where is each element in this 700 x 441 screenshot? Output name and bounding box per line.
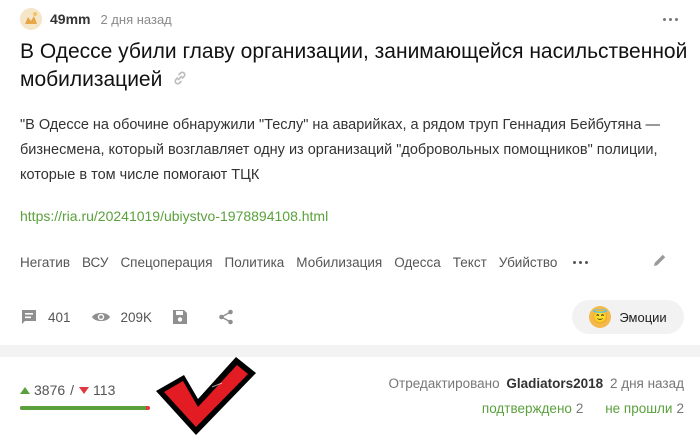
failed-link[interactable]: не прошли [605, 401, 672, 416]
share-icon [219, 309, 233, 325]
moderation-info: подтверждено 2 не прошли 2 [482, 401, 684, 416]
dot-icon [668, 17, 672, 21]
dot-icon [662, 17, 666, 21]
dot-icon [674, 17, 678, 21]
rating-separator: / [70, 382, 75, 398]
post-title[interactable]: В Одессе убили главу организации, занима… [20, 38, 690, 94]
dot-icon [573, 260, 577, 264]
emotions-label: Эмоции [619, 309, 667, 325]
post-stats: 401 209K 😇 Эмоции [20, 300, 684, 334]
post-header: 49mm 2 дня назад [20, 6, 684, 32]
failed-count: 2 [676, 401, 684, 416]
edit-info: Отредактировано Gladiators2018 2 дня наз… [389, 376, 684, 391]
tag-list: Негатив ВСУ Спецоперация Политика Мобили… [20, 252, 680, 272]
comment-icon [22, 310, 36, 324]
edited-prefix: Отредактировано [388, 376, 500, 391]
rating-bar [20, 406, 150, 410]
dot-icon [585, 260, 589, 264]
edited-time: 2 дня назад [609, 376, 684, 391]
rating: 3876 / 113 [20, 382, 115, 398]
avatar-icon [20, 8, 42, 30]
tag-ubiystvo[interactable]: Убийство [499, 255, 558, 270]
upvote-arrow-icon[interactable] [20, 386, 30, 394]
section-divider [0, 345, 700, 357]
emoji-icon: 😇 [589, 306, 612, 328]
edit-tags-icon[interactable] [652, 252, 668, 273]
confirmed-count: 2 [575, 401, 584, 416]
eye-icon [91, 312, 110, 322]
post-time: 2 дня назад [100, 11, 172, 27]
tag-mobilizaciya[interactable]: Мобилизация [296, 255, 382, 270]
confirmed-link[interactable]: подтверждено [482, 401, 572, 416]
save-button[interactable] [172, 309, 198, 325]
link-icon[interactable] [172, 66, 188, 94]
downvote-count: 113 [93, 382, 116, 398]
checkmark-icon [156, 357, 256, 435]
dot-icon [579, 260, 583, 264]
upvote-count: 3876 [34, 382, 66, 398]
share-button[interactable] [218, 309, 244, 325]
more-tags-button[interactable] [573, 260, 589, 264]
tag-tekst[interactable]: Текст [453, 255, 487, 270]
save-icon [173, 310, 188, 324]
comments-counter[interactable]: 401 [20, 308, 71, 326]
post-footer: 3876 / 113 Отредактировано Gladiators201… [0, 357, 700, 441]
tag-negativ[interactable]: Негатив [20, 255, 70, 270]
more-options-button[interactable] [656, 10, 684, 28]
views-count: 209K [120, 309, 153, 325]
comments-count: 401 [48, 309, 71, 325]
post-body: "В Одессе на обочине обнаружили "Теслу" … [20, 117, 661, 183]
tag-odessa[interactable]: Одесса [394, 255, 441, 270]
post-card: 49mm 2 дня назад В Одессе убили главу ор… [0, 0, 700, 345]
tag-vsu[interactable]: ВСУ [82, 255, 108, 270]
downvote-arrow-icon[interactable] [79, 386, 90, 394]
tag-politika[interactable]: Политика [225, 255, 285, 270]
views-counter: 209K [91, 309, 153, 325]
rating-bar-fill [20, 406, 147, 410]
source-link[interactable]: https://ria.ru/20241019/ubiystvo-1978894… [20, 208, 328, 224]
emotions-button[interactable]: 😇 Эмоции [572, 300, 684, 334]
tag-specoperaciya[interactable]: Спецоперация [120, 255, 212, 270]
editor-name[interactable]: Gladiators2018 [506, 376, 603, 391]
avatar[interactable] [20, 8, 42, 30]
post-title-text[interactable]: В Одессе убили главу организации, занима… [20, 40, 687, 91]
author-name[interactable]: 49mm [50, 11, 90, 27]
